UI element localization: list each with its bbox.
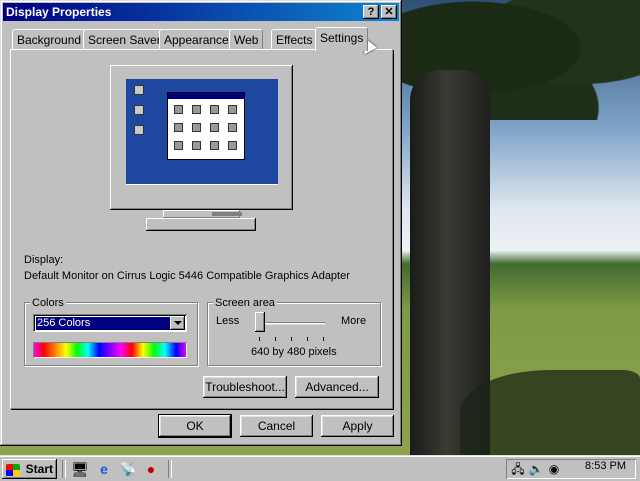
taskbar-separator	[168, 460, 172, 478]
tab-background[interactable]: Background	[12, 29, 87, 50]
tab-appearance[interactable]: Appearance	[159, 29, 234, 50]
preview-desktop-icon	[134, 105, 144, 115]
volume-icon[interactable]: 🔈	[528, 461, 544, 477]
ok-button[interactable]: OK	[159, 415, 231, 437]
windows-logo-icon	[6, 464, 20, 476]
taskbar: Start 🖥 e 📡 ● 🖧 🔈 ◉ 8:53 PM	[0, 455, 640, 481]
outlook-express-icon[interactable]: ●	[142, 460, 160, 478]
troubleshoot-button[interactable]: Troubleshoot...	[203, 376, 287, 398]
slider-tick	[259, 337, 260, 341]
screen-resolution-label: 640 by 480 pixels	[251, 346, 337, 358]
slider-tick	[291, 337, 292, 341]
screen-area-legend: Screen area	[213, 297, 277, 309]
desktop-icon[interactable]: 🖥	[71, 460, 89, 478]
display-value: Default Monitor on Cirrus Logic 5446 Com…	[24, 270, 350, 282]
start-button[interactable]: Start	[2, 459, 57, 479]
tab-web[interactable]: Web	[229, 29, 264, 50]
channels-icon[interactable]: 📡	[119, 460, 137, 478]
clock[interactable]: 8:53 PM	[580, 459, 626, 473]
preview-desktop-icon	[134, 125, 144, 135]
screen-area-slider-track[interactable]	[256, 322, 325, 325]
colors-legend: Colors	[30, 297, 66, 309]
chevron-down-icon[interactable]	[170, 316, 185, 330]
screen-area-slider-thumb[interactable]	[255, 312, 265, 332]
help-button[interactable]: ?	[363, 5, 379, 19]
tab-screen-saver[interactable]: Screen Saver	[83, 29, 166, 50]
apply-button[interactable]: Apply	[321, 415, 394, 437]
wallpaper-tree-shadow	[460, 370, 640, 455]
start-label: Start	[25, 462, 53, 476]
screen-area-more-label: More	[341, 315, 367, 327]
colors-selected-value: 256 Colors	[36, 317, 170, 330]
display-properties-dialog: Display Properties ? ✕ Background Screen…	[0, 0, 402, 446]
advanced-button[interactable]: Advanced...	[295, 376, 379, 398]
color-palette-bar	[33, 342, 187, 358]
taskbar-separator	[62, 460, 66, 478]
close-button[interactable]: ✕	[381, 5, 397, 19]
preview-desktop-icon	[134, 85, 144, 95]
cancel-button[interactable]: Cancel	[240, 415, 313, 437]
display-label: Display:	[24, 254, 64, 266]
preview-window	[167, 92, 245, 160]
slider-tick	[307, 337, 308, 341]
slider-tick	[323, 337, 324, 341]
scheduler-icon[interactable]: ◉	[546, 461, 562, 477]
screen-area-less-label: Less	[216, 315, 240, 327]
tab-effects[interactable]: Effects	[271, 29, 318, 50]
tab-settings[interactable]: Settings	[315, 27, 369, 51]
dialog-title: Display Properties	[6, 5, 112, 19]
colors-select[interactable]: 256 Colors	[33, 314, 187, 332]
monitor-stand-slot	[212, 212, 242, 216]
monitor-stand-base	[146, 218, 256, 231]
slider-tick	[275, 337, 276, 341]
internet-explorer-icon[interactable]: e	[95, 460, 113, 478]
dialog-titlebar[interactable]: Display Properties ? ✕	[3, 3, 399, 21]
network-icon[interactable]: 🖧	[510, 461, 526, 477]
preview-taskbar	[126, 184, 278, 193]
